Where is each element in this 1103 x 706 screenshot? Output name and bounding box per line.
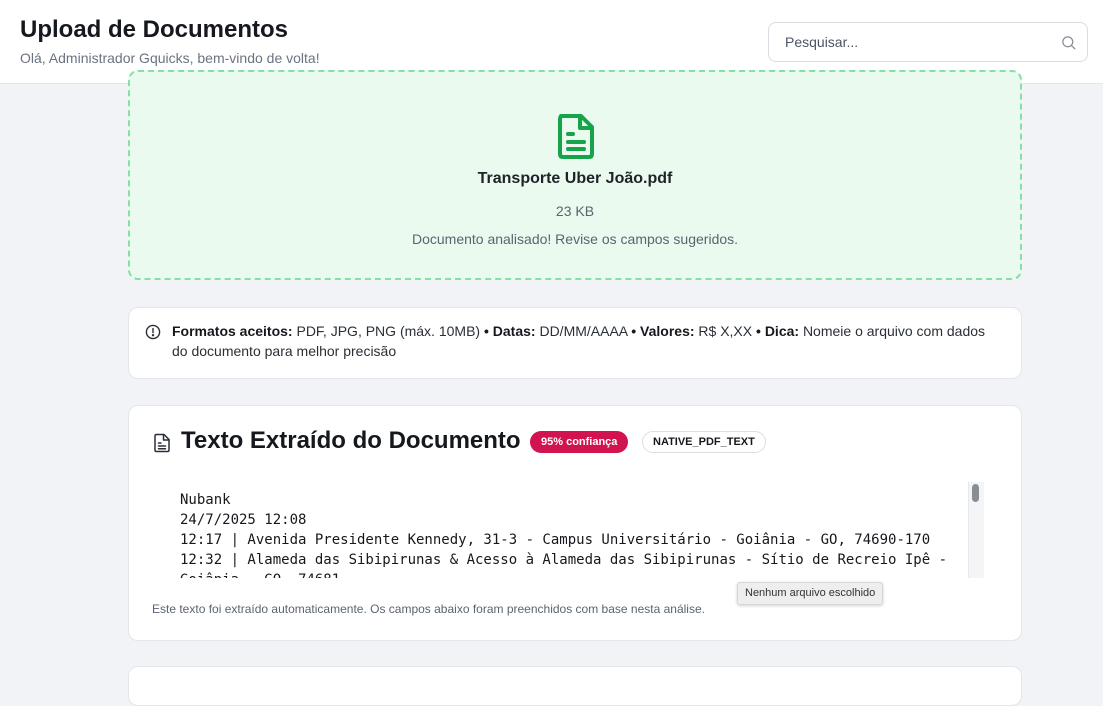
search-box[interactable] (768, 22, 1088, 62)
tips-separator: • (631, 323, 637, 339)
tips-separator: • (756, 323, 761, 339)
file-text-icon (558, 114, 594, 159)
extracted-text-area[interactable]: Nubank 24/7/2025 12:08 12:17 | Avenida Pre… (180, 490, 970, 578)
file-input-tooltip: Nenhum arquivo escolhido (737, 582, 884, 605)
upload-tips-card: Formatos aceitos: PDF, JPG, PNG (máx. 10… (128, 307, 1022, 379)
upload-tips-text: Formatos aceitos: PDF, JPG, PNG (máx. 10… (172, 321, 1002, 361)
extracted-text-card: Texto Extraído do Documento 95% confianç… (128, 405, 1022, 641)
search-icon[interactable] (1060, 34, 1077, 51)
values-value: R$ X,XX (698, 323, 753, 339)
upload-dropzone[interactable]: Transporte Uber João.pdf 23 KB Documento… (128, 70, 1022, 280)
tip-label: Dica: (764, 323, 800, 339)
dates-value: DD/MM/AAAA (539, 323, 628, 339)
welcome-subtitle: Olá, Administrador Gquicks, bem-vindo de… (20, 50, 320, 66)
next-card (128, 666, 1022, 706)
extracted-text-scrollbar[interactable] (968, 482, 984, 578)
file-size: 23 KB (555, 203, 595, 219)
formats-value: PDF, JPG, PNG (máx. 10MB) (296, 323, 481, 339)
dates-label: Datas: (492, 323, 536, 339)
values-label: Valores: (640, 323, 695, 339)
extracted-line: Nubank (180, 492, 231, 508)
search-input[interactable] (769, 23, 1049, 61)
tips-separator: • (483, 323, 489, 339)
scrollbar-thumb[interactable] (972, 484, 979, 502)
confidence-badge: 95% confiança (530, 431, 629, 453)
extracted-text-note: Este texto foi extraído automaticamente.… (152, 602, 705, 616)
info-circle-icon (145, 324, 161, 340)
extracted-line: 12:17 | Avenida Presidente Kennedy, 31-3… (180, 532, 931, 548)
extraction-method-badge: NATIVE_PDF_TEXT (642, 431, 766, 453)
extracted-line: 12:32 | Alameda das Sibipirunas & Acesso… (180, 552, 948, 568)
page-title: Upload de Documentos (20, 16, 289, 43)
extracted-text-title: Texto Extraído do Documento (181, 427, 521, 454)
uploaded-file-name: Transporte Uber João.pdf (477, 170, 673, 187)
extracted-line: 24/7/2025 12:08 (180, 512, 307, 528)
formats-label: Formatos aceitos: (172, 323, 293, 339)
extracted-line: Goiânia - GO, 74681 (180, 570, 970, 578)
analysis-status: Documento analisado! Revise os campos su… (411, 231, 739, 247)
file-text-icon (154, 433, 170, 453)
